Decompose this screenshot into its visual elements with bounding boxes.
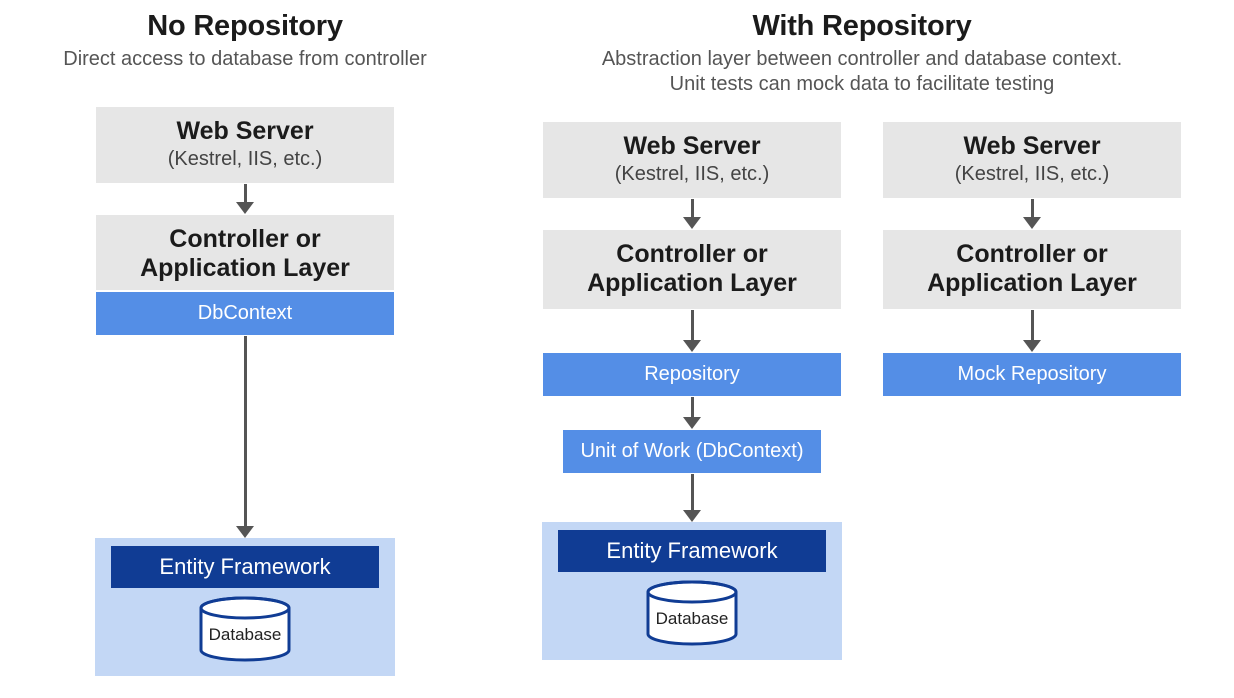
- controller-line1: Controller or: [104, 225, 386, 254]
- panel-subtitle: Direct access to database from controlle…: [63, 47, 427, 72]
- database-icon: Database: [632, 580, 752, 648]
- arrow-down-icon: [683, 397, 701, 429]
- arrow-down-icon: [683, 474, 701, 522]
- box-dbcontext: DbContext: [95, 291, 395, 336]
- arrow-down-icon: [236, 336, 254, 538]
- web-server-title: Web Server: [551, 132, 833, 161]
- arrow-down-icon: [1023, 310, 1041, 352]
- box-entity-framework: Entity Framework Database: [95, 538, 395, 676]
- box-web-server: Web Server (Kestrel, IIS, etc.): [95, 106, 395, 184]
- controller-line2: Application Layer: [551, 269, 833, 298]
- web-server-subtitle: (Kestrel, IIS, etc.): [551, 163, 833, 186]
- box-mock-repository: Mock Repository: [882, 352, 1182, 397]
- arrow-down-icon: [1023, 199, 1041, 229]
- subtitle-line1: Abstraction layer between controller and…: [602, 48, 1122, 70]
- box-entity-framework: Entity Framework Database: [542, 522, 842, 660]
- panel-no-repository: No Repository Direct access to database …: [0, 0, 490, 698]
- arrow-down-icon: [683, 199, 701, 229]
- ef-label: Entity Framework: [111, 546, 379, 588]
- controller-line2: Application Layer: [104, 254, 386, 283]
- column-no-repo: Web Server (Kestrel, IIS, etc.) Controll…: [95, 106, 395, 676]
- controller-line1: Controller or: [551, 240, 833, 269]
- controller-line2: Application Layer: [891, 269, 1173, 298]
- ef-label: Entity Framework: [558, 530, 826, 572]
- box-web-server: Web Server (Kestrel, IIS, etc.): [882, 121, 1182, 199]
- web-server-title: Web Server: [104, 117, 386, 146]
- column-mock-repo: Web Server (Kestrel, IIS, etc.) Controll…: [882, 121, 1182, 660]
- box-repository: Repository: [542, 352, 842, 397]
- web-server-subtitle: (Kestrel, IIS, etc.): [104, 148, 386, 171]
- box-controller: Controller or Application Layer: [882, 229, 1182, 311]
- database-label: Database: [209, 625, 282, 644]
- panel-title: No Repository: [147, 10, 343, 43]
- arrow-down-icon: [683, 310, 701, 352]
- box-controller: Controller or Application Layer: [95, 214, 395, 292]
- panel-subtitle: Abstraction layer between controller and…: [602, 47, 1122, 97]
- panel-with-repository: With Repository Abstraction layer betwee…: [490, 0, 1234, 698]
- box-controller: Controller or Application Layer: [542, 229, 842, 311]
- controller-line1: Controller or: [891, 240, 1173, 269]
- database-label: Database: [656, 609, 729, 628]
- database-icon: Database: [185, 596, 305, 664]
- subtitle-line2: Unit tests can mock data to facilitate t…: [670, 73, 1055, 95]
- column-with-repo: Web Server (Kestrel, IIS, etc.) Controll…: [542, 121, 842, 660]
- arrow-down-icon: [236, 184, 254, 214]
- web-server-title: Web Server: [891, 132, 1173, 161]
- panel-title: With Repository: [752, 10, 971, 43]
- box-web-server: Web Server (Kestrel, IIS, etc.): [542, 121, 842, 199]
- web-server-subtitle: (Kestrel, IIS, etc.): [891, 163, 1173, 186]
- box-unit-of-work: Unit of Work (DbContext): [562, 429, 822, 474]
